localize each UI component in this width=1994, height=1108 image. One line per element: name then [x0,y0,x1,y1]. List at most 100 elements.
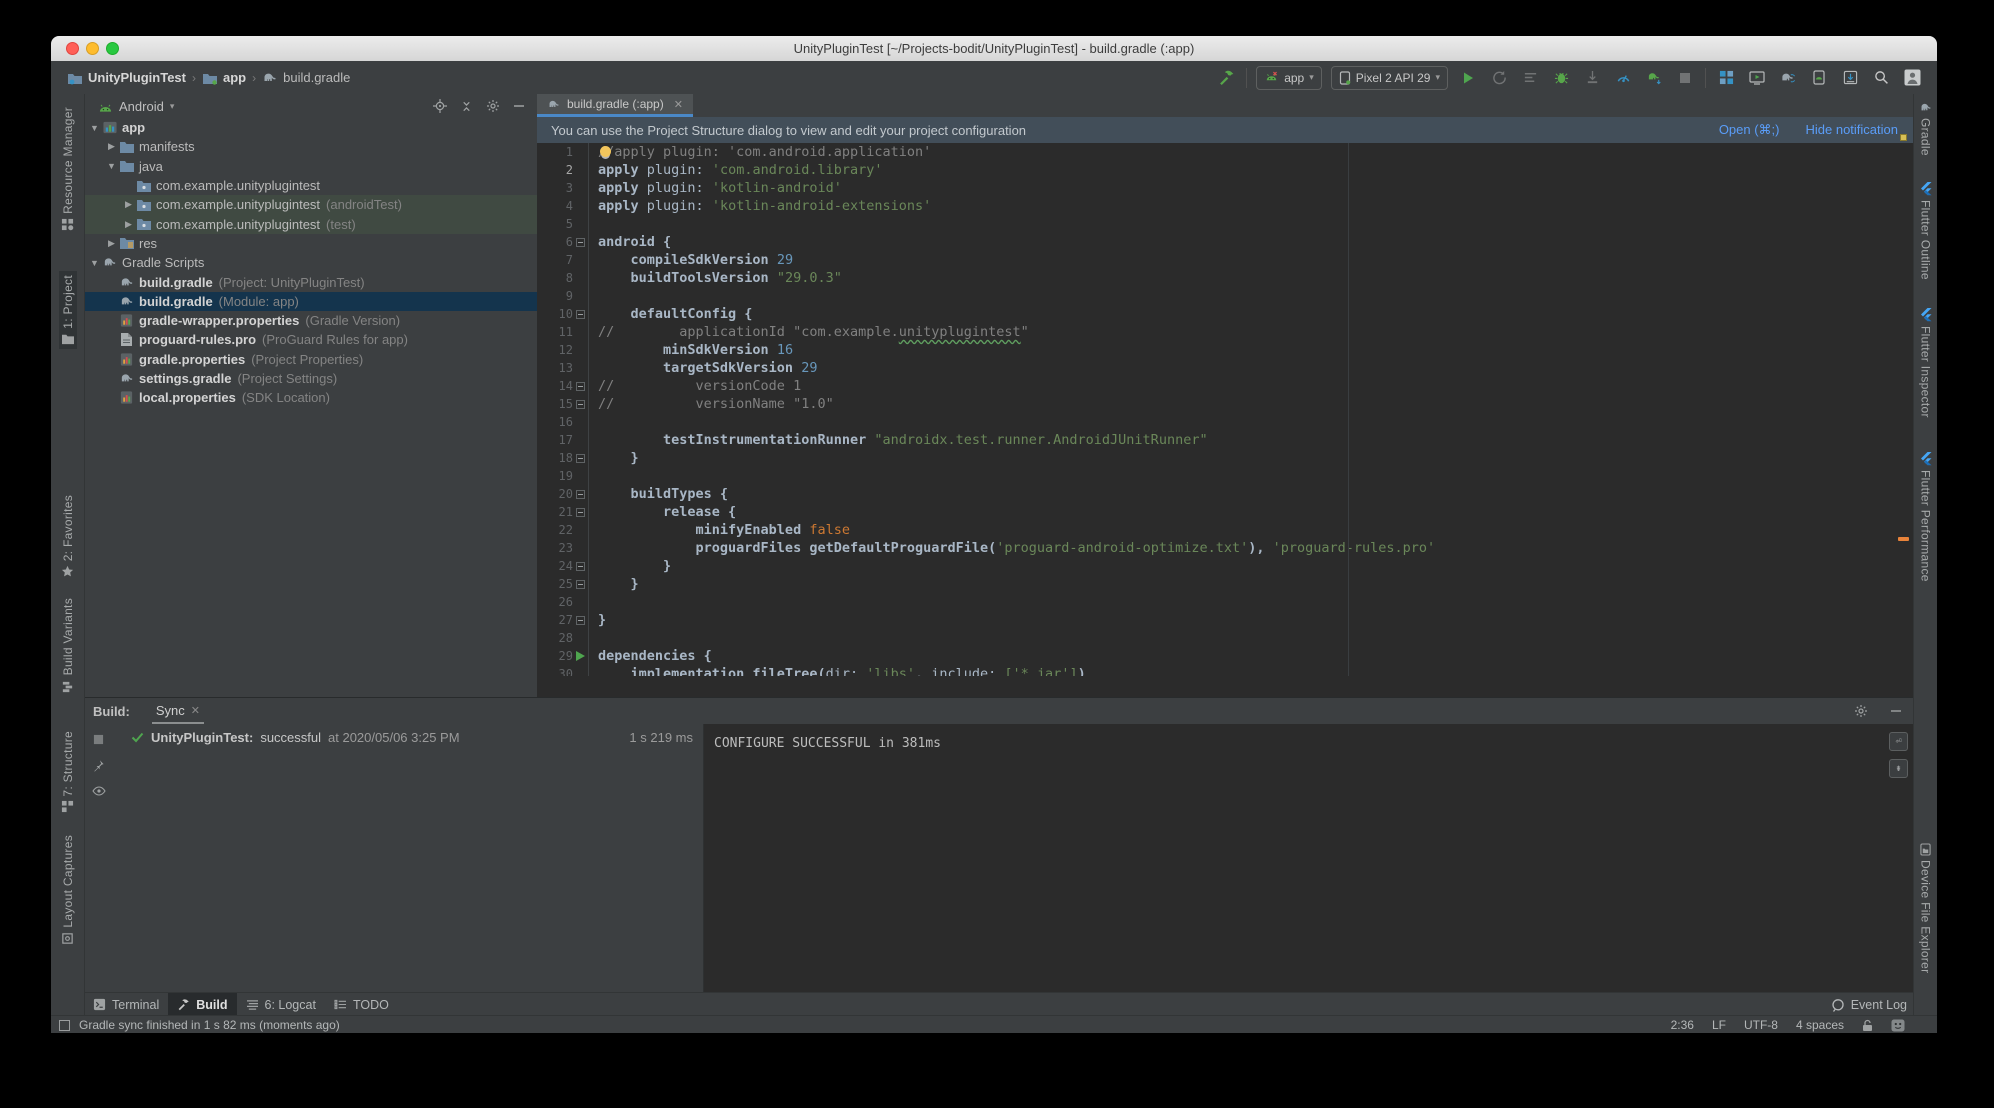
tree-toggle-icon[interactable]: ▼ [88,123,101,133]
tree-toggle-icon[interactable]: ▶ [105,141,118,152]
code-line[interactable]: 3apply plugin: 'kotlin-android' [537,179,1914,197]
fold-marker-icon[interactable] [573,449,589,467]
status-face-icon[interactable] [1891,1019,1905,1032]
fold-marker-icon[interactable] [573,395,589,413]
warning-stripe-mark[interactable] [1898,537,1909,541]
tree-item[interactable]: ▼app [84,118,537,137]
debug-icon[interactable] [1550,67,1572,89]
build-tab-sync[interactable]: Sync ✕ [152,698,204,724]
fold-marker-icon[interactable] [573,557,589,575]
code-line[interactable]: 11// applicationId "com.example.unityplu… [537,323,1914,341]
editor-tab-build-gradle[interactable]: build.gradle (:app) ✕ [537,94,693,117]
toolwindow-toggle-icon[interactable] [59,1020,70,1031]
avd-manager-icon[interactable] [1808,67,1830,89]
code-line[interactable]: 23 proguardFiles getDefaultProguardFile(… [537,539,1914,557]
code-line[interactable]: 16 [537,413,1914,431]
code-line[interactable]: 20 buildTypes { [537,485,1914,503]
tree-item[interactable]: settings.gradle(Project Settings) [84,369,537,388]
fold-marker-icon[interactable] [573,305,589,323]
code-line[interactable]: 14// versionCode 1 [537,377,1914,395]
sdk-manager-icon[interactable] [1839,67,1861,89]
event-log-button[interactable]: Event Log [1831,998,1907,1012]
collapse-all-icon[interactable] [460,100,473,113]
tree-item[interactable]: proguard-rules.pro(ProGuard Rules for ap… [84,330,537,349]
tree-item[interactable]: build.gradle(Project: UnityPluginTest) [84,272,537,291]
tree-item[interactable]: gradle.properties(Project Properties) [84,350,537,369]
file-encoding[interactable]: UTF-8 [1744,1018,1778,1032]
hide-panel-icon[interactable] [1890,705,1902,717]
fold-marker-icon[interactable] [573,611,589,629]
settings-gear-icon[interactable] [486,99,500,113]
fold-marker-icon[interactable] [573,377,589,395]
code-line[interactable]: 12 minSdkVersion 16 [537,341,1914,359]
build-hammer-icon[interactable] [1215,67,1237,89]
tree-item[interactable]: local.properties(SDK Location) [84,388,537,407]
profile-icon[interactable] [1612,67,1634,89]
fold-marker-icon[interactable] [573,503,589,521]
scroll-to-end-icon[interactable]: ⇟ [1889,759,1908,778]
breadcrumb-project[interactable]: UnityPluginTest [67,70,186,86]
indent-setting[interactable]: 4 spaces [1796,1018,1844,1032]
tool-tab-logcat[interactable]: 6: Logcat [237,993,325,1016]
breadcrumb-module[interactable]: app [202,70,246,86]
stop-icon[interactable] [93,734,104,745]
project-view-selector[interactable]: Android [119,99,164,114]
device-select[interactable]: Pixel 2 API 29 ▾ [1331,66,1448,90]
tree-item[interactable]: ▶com.example.unityplugintest(androidTest… [84,195,537,214]
intention-bulb-icon[interactable] [600,146,611,157]
project-structure-icon[interactable] [1715,67,1737,89]
code-line[interactable]: 25 } [537,575,1914,593]
code-line[interactable]: 1//apply plugin: 'com.android.applicatio… [537,143,1914,161]
tool-button-flutter-outline[interactable]: Flutter Outline [1917,178,1935,284]
tool-tab-build[interactable]: Build [168,993,236,1016]
hide-panel-icon[interactable] [513,100,525,112]
tool-button-favorites[interactable]: 2: Favorites [59,491,77,582]
tree-toggle-icon[interactable]: ▶ [122,199,135,210]
code-line[interactable]: 8 buildToolsVersion "29.0.3" [537,269,1914,287]
code-line[interactable]: 13 targetSdkVersion 29 [537,359,1914,377]
build-result-row[interactable]: UnityPluginTest: successful at 2020/05/0… [113,730,703,745]
tool-button-structure[interactable]: 7: Structure [59,727,77,818]
code-line[interactable]: 24 } [537,557,1914,575]
tree-item[interactable]: ▶manifests [84,137,537,156]
run-configuration-select[interactable]: app ▾ [1256,66,1322,90]
code-line[interactable]: 6android { [537,233,1914,251]
tree-item[interactable]: ▼Gradle Scripts [84,253,537,272]
tree-item[interactable]: ▶com.example.unityplugintest(test) [84,214,537,233]
apply-code-changes-icon[interactable] [1519,67,1541,89]
layout-inspector-icon[interactable] [1746,67,1768,89]
hide-notification-link[interactable]: Hide notification [1806,122,1899,138]
tree-toggle-icon[interactable]: ▶ [122,219,135,230]
code-line[interactable]: 17 testInstrumentationRunner "androidx.t… [537,431,1914,449]
code-line[interactable]: 18 } [537,449,1914,467]
code-line[interactable]: 4apply plugin: 'kotlin-android-extension… [537,197,1914,215]
soft-wrap-icon[interactable]: ⏎ [1889,732,1908,751]
lock-icon[interactable] [1862,1019,1873,1032]
run-icon[interactable] [1457,67,1479,89]
tool-tab-terminal[interactable]: Terminal [84,993,168,1016]
breadcrumb-file[interactable]: build.gradle [262,70,350,86]
close-tab-icon[interactable]: ✕ [191,704,200,717]
user-avatar-icon[interactable] [1901,67,1923,89]
code-line[interactable]: 5 [537,215,1914,233]
coverage-sync-icon[interactable] [1643,67,1665,89]
code-line[interactable]: 10 defaultConfig { [537,305,1914,323]
code-line[interactable]: 15// versionName "1.0" [537,395,1914,413]
tool-button-flutter-inspector[interactable]: Flutter Inspector [1917,304,1935,422]
tool-button-gradle[interactable]: Gradle [1917,97,1935,160]
code-line[interactable]: 9 [537,287,1914,305]
gradle-sync-icon[interactable] [1777,67,1799,89]
code-line[interactable]: 2apply plugin: 'com.android.library' [537,161,1914,179]
code-line[interactable]: 29dependencies { [537,647,1914,665]
tool-tab-todo[interactable]: TODO [325,993,398,1016]
pin-icon[interactable] [92,759,105,772]
tool-button-build-variants[interactable]: Build Variants [59,594,77,696]
tree-item[interactable]: build.gradle(Module: app) [84,292,537,311]
apply-changes-icon[interactable] [1488,67,1510,89]
code-editor[interactable]: 1//apply plugin: 'com.android.applicatio… [537,143,1914,676]
warning-stripe-mark[interactable] [1900,134,1907,141]
tool-button-resource-manager[interactable]: Resource Manager [59,103,77,235]
open-project-structure-link[interactable]: Open (⌘;) [1719,122,1780,138]
code-line[interactable]: 28 [537,629,1914,647]
tool-button-layout-captures[interactable]: Layout Captures [59,831,77,949]
